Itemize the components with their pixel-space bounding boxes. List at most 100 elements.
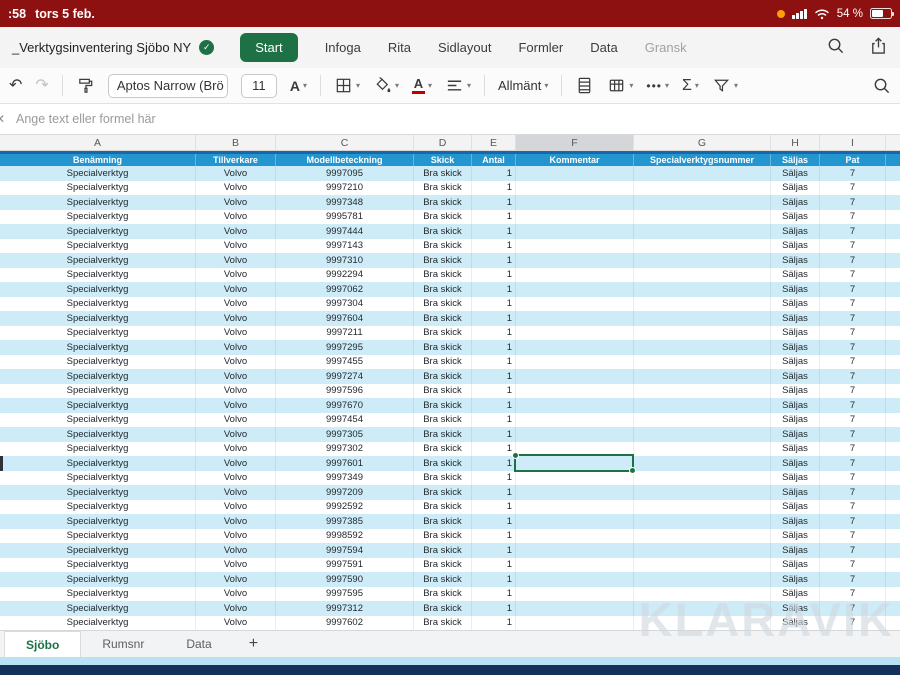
ribbon-tab-formler[interactable]: Formler: [518, 33, 563, 62]
cell[interactable]: 1: [472, 601, 516, 616]
cell[interactable]: Volvo: [196, 325, 276, 340]
cell[interactable]: 7: [820, 180, 886, 195]
cell[interactable]: [516, 470, 634, 485]
cell[interactable]: [516, 615, 634, 630]
cell[interactable]: [886, 239, 900, 254]
cell[interactable]: Säljas: [771, 528, 820, 543]
cell[interactable]: Volvo: [196, 166, 276, 181]
cell[interactable]: Säljas: [771, 369, 820, 384]
cell[interactable]: 1: [472, 470, 516, 485]
format-painter-button[interactable]: [76, 76, 95, 95]
cell[interactable]: Specialverktyg: [0, 224, 196, 239]
cell[interactable]: Specialverktyg: [0, 180, 196, 195]
cell[interactable]: 9997590: [276, 572, 414, 587]
cell[interactable]: Specialverktyg: [0, 470, 196, 485]
cell[interactable]: [886, 195, 900, 210]
cell[interactable]: Bra skick: [414, 180, 472, 195]
cell[interactable]: Volvo: [196, 528, 276, 543]
cell[interactable]: [634, 398, 771, 413]
cell[interactable]: 9995781: [276, 209, 414, 224]
cell[interactable]: Volvo: [196, 195, 276, 210]
cell[interactable]: [886, 268, 900, 283]
cell[interactable]: 1: [472, 267, 516, 282]
autosum-button[interactable]: Σ: [682, 77, 699, 95]
cell[interactable]: Bra skick: [414, 238, 472, 253]
cell[interactable]: [886, 355, 900, 370]
cell[interactable]: 9997062: [276, 282, 414, 297]
sheet-tab-data[interactable]: Data: [165, 631, 232, 657]
cell[interactable]: [634, 383, 771, 398]
cell[interactable]: Volvo: [196, 180, 276, 195]
cell[interactable]: Volvo: [196, 238, 276, 253]
cancel-icon[interactable]: ✕: [0, 112, 5, 126]
cell[interactable]: Bra skick: [414, 398, 472, 413]
cell[interactable]: [634, 441, 771, 456]
cell[interactable]: Säljas: [771, 398, 820, 413]
cell[interactable]: [634, 412, 771, 427]
cell[interactable]: Specialverktyg: [0, 340, 196, 355]
cell[interactable]: [634, 267, 771, 282]
cell[interactable]: 7: [820, 354, 886, 369]
cell[interactable]: Specialverktyg: [0, 166, 196, 181]
cell[interactable]: 9997602: [276, 615, 414, 630]
cell[interactable]: Bra skick: [414, 224, 472, 239]
cell[interactable]: [634, 224, 771, 239]
cell[interactable]: 7: [820, 528, 886, 543]
cell[interactable]: Bra skick: [414, 311, 472, 326]
cell[interactable]: Specialverktyg: [0, 528, 196, 543]
cell[interactable]: 7: [820, 209, 886, 224]
cell[interactable]: [634, 557, 771, 572]
cell[interactable]: 1: [472, 557, 516, 572]
cell[interactable]: Specialverktyg: [0, 209, 196, 224]
cell[interactable]: [886, 181, 900, 196]
cell[interactable]: Specialverktyg: [0, 441, 196, 456]
cell[interactable]: 7: [820, 543, 886, 558]
add-sheet-button[interactable]: +: [233, 631, 274, 657]
cell[interactable]: [516, 499, 634, 514]
cell[interactable]: 7: [820, 195, 886, 210]
cell[interactable]: Volvo: [196, 470, 276, 485]
cell[interactable]: 9997349: [276, 470, 414, 485]
cell[interactable]: Specialverktyg: [0, 412, 196, 427]
cell[interactable]: 9997444: [276, 224, 414, 239]
cell[interactable]: Säljas: [771, 354, 820, 369]
cell[interactable]: 1: [472, 296, 516, 311]
cell[interactable]: 9997274: [276, 369, 414, 384]
cell[interactable]: Säljas: [771, 325, 820, 340]
cell[interactable]: Bra skick: [414, 325, 472, 340]
cell[interactable]: [634, 166, 771, 181]
cell[interactable]: 1: [472, 427, 516, 442]
cell[interactable]: [516, 311, 634, 326]
column-header-C[interactable]: C: [276, 135, 414, 150]
cell[interactable]: Bra skick: [414, 282, 472, 297]
search-button[interactable]: [826, 36, 845, 60]
cell[interactable]: Bra skick: [414, 340, 472, 355]
cell[interactable]: Säljas: [771, 224, 820, 239]
cell[interactable]: 1: [472, 572, 516, 587]
cell[interactable]: 9997312: [276, 601, 414, 616]
cell[interactable]: Säljas: [771, 615, 820, 630]
cell[interactable]: Bra skick: [414, 456, 472, 471]
cell[interactable]: Säljas: [771, 340, 820, 355]
cell[interactable]: 7: [820, 427, 886, 442]
sort-filter-button[interactable]: [712, 76, 738, 95]
cell[interactable]: 7: [820, 456, 886, 471]
cell[interactable]: Specialverktyg: [0, 514, 196, 529]
cell[interactable]: [516, 412, 634, 427]
cell[interactable]: [634, 586, 771, 601]
cell[interactable]: 7: [820, 441, 886, 456]
cell[interactable]: Säljas: [771, 209, 820, 224]
cell[interactable]: Specialverktyg: [0, 354, 196, 369]
cell[interactable]: Bra skick: [414, 209, 472, 224]
cell[interactable]: 7: [820, 311, 886, 326]
cell[interactable]: Volvo: [196, 499, 276, 514]
more-options-button[interactable]: •••: [646, 79, 669, 93]
share-button[interactable]: [869, 36, 888, 60]
cell[interactable]: [634, 180, 771, 195]
column-header-I[interactable]: I: [820, 135, 886, 150]
cell[interactable]: Volvo: [196, 514, 276, 529]
cell[interactable]: Volvo: [196, 282, 276, 297]
cell[interactable]: 9997594: [276, 543, 414, 558]
cell[interactable]: 9997591: [276, 557, 414, 572]
cell[interactable]: Bra skick: [414, 528, 472, 543]
